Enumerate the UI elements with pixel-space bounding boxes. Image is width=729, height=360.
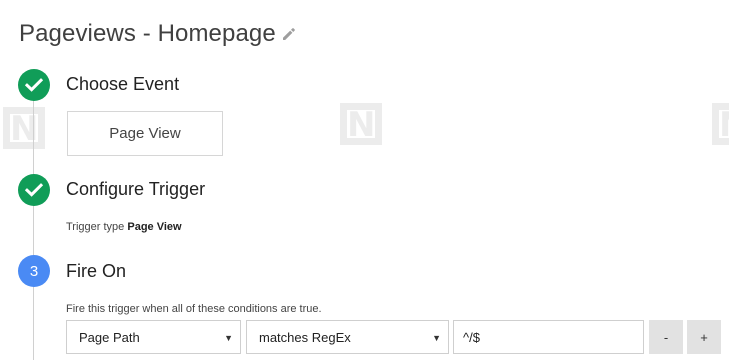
step-3-number: 3: [29, 262, 39, 280]
variable-select[interactable]: Page Path ▼: [66, 320, 241, 354]
chevron-down-icon: ▼: [432, 333, 441, 343]
checkmark-icon: [25, 78, 43, 92]
step-3-label[interactable]: Fire On: [66, 261, 126, 282]
condition-value-input[interactable]: [453, 320, 644, 354]
condition-description: Fire this trigger when all of these cond…: [66, 303, 322, 315]
remove-condition-button[interactable]: -: [649, 320, 683, 354]
chevron-down-icon: ▼: [224, 333, 233, 343]
step-2-label[interactable]: Configure Trigger: [66, 179, 205, 200]
add-condition-button[interactable]: +: [687, 320, 721, 354]
step-1-label[interactable]: Choose Event: [66, 74, 179, 95]
variable-select-value: Page Path: [79, 329, 140, 345]
trigger-type-prefix: Trigger type: [66, 221, 125, 233]
trigger-type-value: Page View: [127, 221, 182, 233]
event-option-label: Page View: [109, 125, 181, 142]
step-2-complete-indicator: [18, 174, 50, 206]
step-rail: [33, 96, 34, 360]
event-option-card[interactable]: Page View: [67, 111, 223, 156]
operator-select-value: matches RegEx: [259, 329, 351, 345]
pencil-icon[interactable]: [282, 27, 296, 41]
step-1-complete-indicator: [18, 69, 50, 101]
page-title: Pageviews - Homepage: [19, 20, 276, 47]
checkmark-icon: [25, 183, 43, 197]
trigger-type-text: Trigger type Page View: [66, 221, 182, 233]
operator-select[interactable]: matches RegEx ▼: [246, 320, 449, 354]
step-3-indicator: 3: [18, 255, 50, 287]
